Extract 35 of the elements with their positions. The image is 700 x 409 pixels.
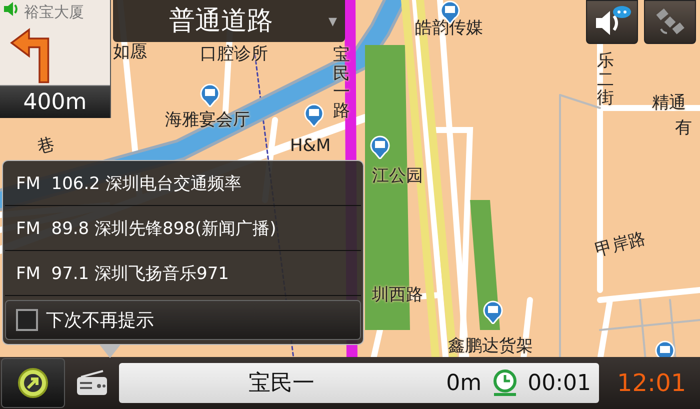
map-label: 口腔诊所 — [200, 46, 268, 63]
radio-station-item[interactable]: FM 89.8 深圳先锋898(新闻广播) — [5, 206, 361, 251]
radio-station-item[interactable]: FM 106.2 深圳电台交通频率 — [5, 161, 361, 206]
map-label: 精通 — [652, 95, 686, 112]
gps-button[interactable] — [644, 0, 696, 44]
map-label: 江公园 — [372, 168, 423, 185]
dropdown-caret[interactable]: ▼ — [328, 14, 337, 28]
map-label: 海雅宴会厅 — [165, 112, 250, 129]
voice-button[interactable] — [586, 0, 638, 44]
map-label: 如愿 — [113, 44, 147, 61]
map-label: H&M — [290, 138, 331, 155]
navigation-menu-button[interactable] — [1, 358, 65, 408]
poi-marker-icon — [370, 135, 390, 159]
radio-icon[interactable] — [75, 369, 109, 397]
checkbox-label: 下次不再提示 — [46, 309, 154, 332]
map-label: 裕宝大厦 — [24, 3, 84, 22]
checkbox[interactable] — [16, 309, 38, 331]
clock-icon — [492, 369, 518, 397]
poi-marker-icon — [483, 300, 503, 324]
clock-time: 12:01 — [617, 369, 686, 397]
map-label: 巷 — [36, 136, 56, 157]
map-label: 皓韵传媒 — [415, 20, 483, 37]
arrow-circle-icon — [16, 366, 50, 400]
poi-marker-icon — [304, 103, 324, 127]
radio-station-item[interactable]: FM 97.1 深圳飞扬音乐971 — [5, 251, 361, 296]
remaining-distance: 0m — [446, 370, 482, 396]
poi-marker-icon — [200, 83, 220, 107]
map-label: 有 — [675, 120, 692, 137]
elapsed-time: 00:01 — [528, 370, 591, 396]
map-label: 乐二街 — [597, 52, 614, 108]
map-label: 甲岸路 — [594, 230, 648, 260]
distance-to-turn: 400m — [0, 85, 110, 118]
road-name: 普通道路 — [168, 8, 274, 34]
current-road: 宝民一 — [248, 370, 316, 398]
map-label: 鑫鹏达货架 — [448, 338, 533, 355]
